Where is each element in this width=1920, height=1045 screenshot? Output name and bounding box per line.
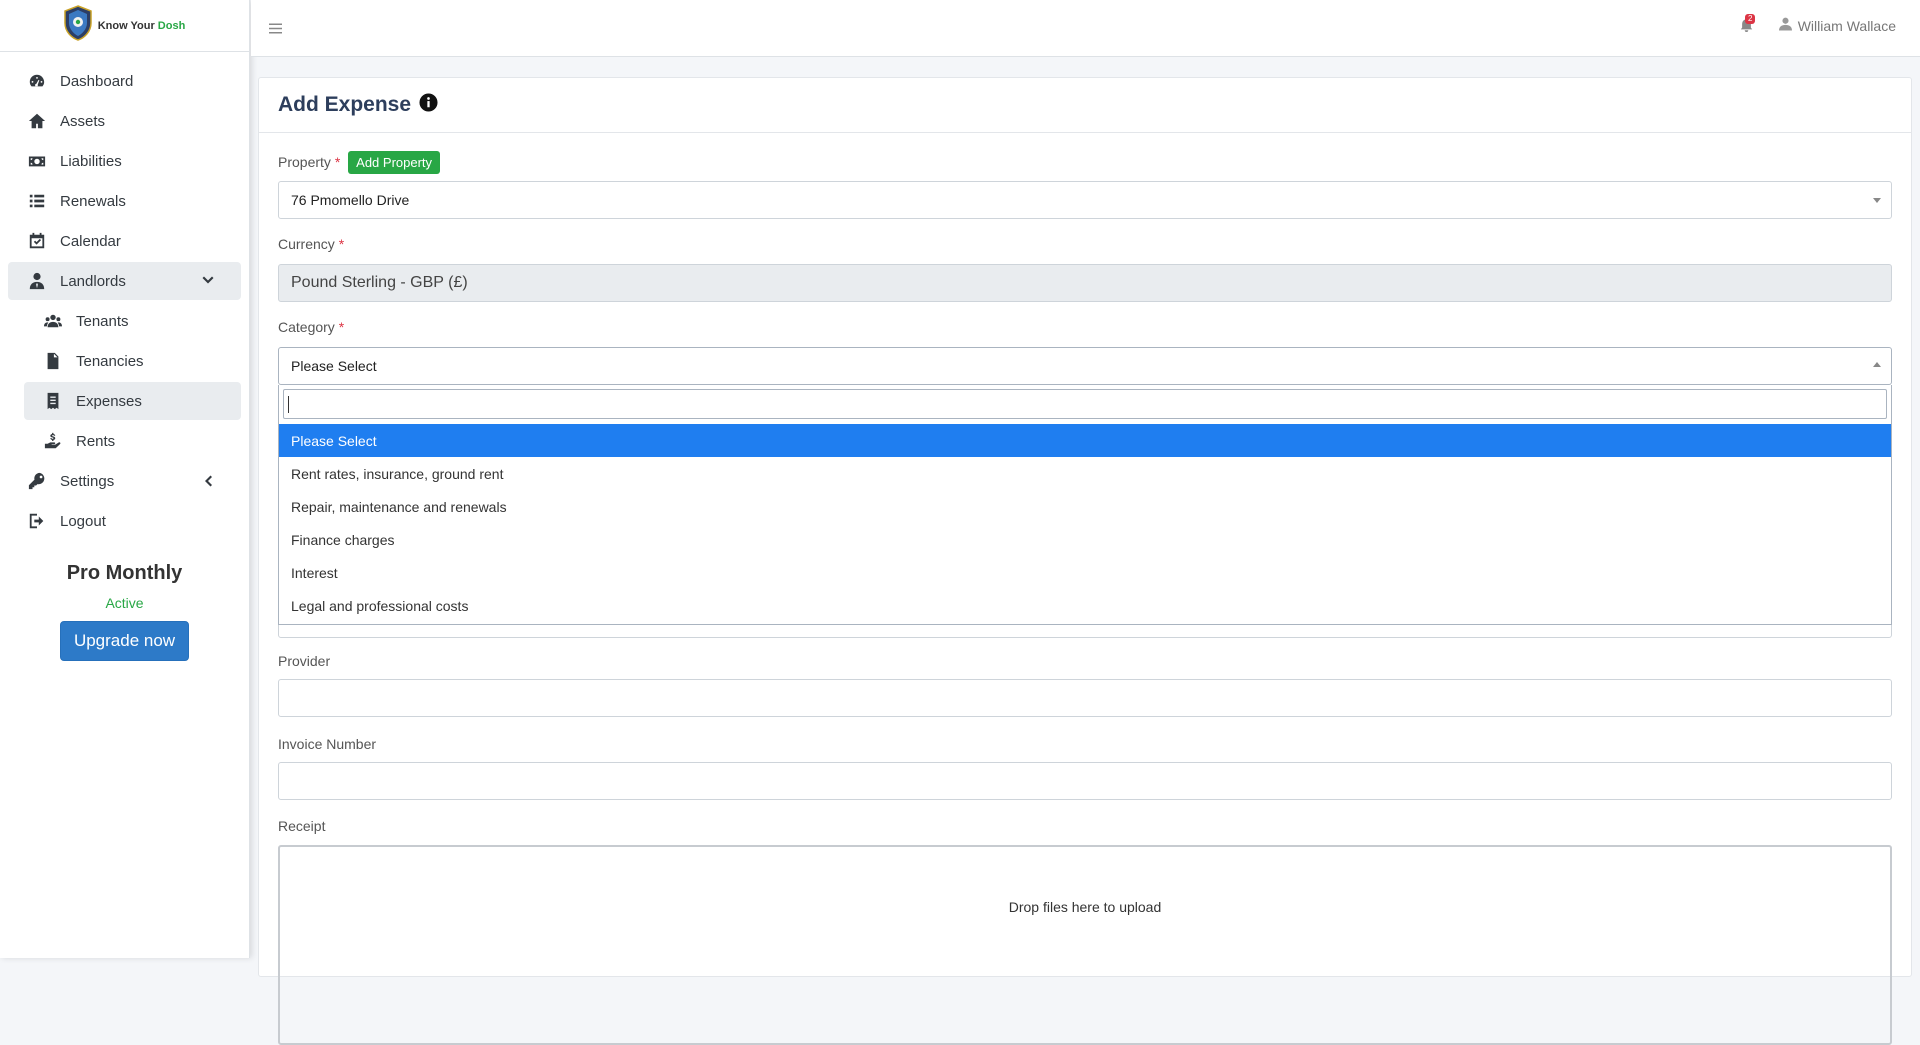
currency-label: Currency * (278, 236, 345, 252)
property-select-value: 76 Pmomello Drive (291, 192, 410, 208)
receipt-dropzone[interactable]: Drop files here to upload (278, 845, 1892, 1045)
category-option[interactable]: Legal and professional costs (279, 589, 1891, 622)
caret-up-icon (1873, 362, 1881, 367)
category-dropdown: Please Select Rent rates, insurance, gro… (278, 385, 1892, 625)
sidebar-item-settings[interactable]: Settings (8, 462, 241, 500)
category-option[interactable]: Repair, maintenance and renewals (279, 490, 1891, 523)
dropzone-text: Drop files here to upload (1008, 899, 1162, 915)
sidebar-item-renewals[interactable]: Renewals (8, 182, 241, 220)
sign-out-icon (26, 512, 48, 530)
money-bill-icon (26, 152, 48, 170)
chevron-down-icon (201, 274, 215, 288)
sidebar: Know Your Dosh Dashboard Assets Liabilit… (0, 0, 250, 958)
sidebar-item-tenancies[interactable]: Tenancies (24, 342, 241, 380)
calendar-check-icon (26, 232, 48, 250)
info-circle-icon[interactable] (419, 93, 438, 117)
category-label: Category * (278, 319, 345, 335)
sidebar-item-expenses[interactable]: Expenses (24, 382, 241, 420)
sidebar-item-label: Tenancies (76, 352, 144, 370)
sidebar-nav: Dashboard Assets Liabilities Renewals Ca… (0, 52, 249, 540)
category-option[interactable]: Rent rates, insurance, ground rent (279, 457, 1891, 490)
plan-name: Pro Monthly (66, 562, 183, 584)
sidebar-item-label: Settings (60, 472, 115, 490)
sidebar-item-label: Calendar (60, 232, 121, 250)
page-title: Add Expense (278, 93, 412, 116)
home-icon (26, 112, 48, 130)
sidebar-item-label: Landlords (60, 272, 126, 290)
upgrade-button[interactable]: Upgrade now (59, 621, 190, 661)
sidebar-item-label: Dashboard (60, 72, 134, 90)
category-option[interactable]: Interest (279, 556, 1891, 589)
sidebar-item-label: Logout (60, 512, 106, 530)
category-select-value: Please Select (291, 358, 377, 374)
shield-logo-icon (63, 5, 92, 46)
sidebar-item-label: Renewals (60, 192, 126, 210)
gauge-icon (26, 72, 48, 90)
property-select[interactable]: 76 Pmomello Drive (278, 181, 1892, 219)
provider-input[interactable] (278, 679, 1892, 717)
sidebar-item-tenants[interactable]: Tenants (24, 302, 241, 340)
topbar: 2 William Wallace (251, 0, 1920, 57)
sidebar-item-calendar[interactable]: Calendar (8, 222, 241, 260)
receipt-label: Receipt (278, 818, 326, 834)
invoice-number-label: Invoice Number (278, 736, 377, 752)
hand-holding-dollar-icon (42, 432, 64, 450)
notifications-bell-icon[interactable]: 2 (1740, 14, 1756, 34)
add-property-button[interactable]: Add Property (348, 151, 441, 174)
currency-value: Pound Sterling - GBP (£) (291, 274, 468, 291)
chevron-left-icon (201, 474, 215, 488)
sidebar-item-label: Liabilities (60, 152, 122, 170)
user-menu[interactable]: William Wallace (1778, 17, 1896, 34)
receipt-icon (42, 392, 64, 410)
plan-panel: Pro Monthly Active Upgrade now (0, 562, 249, 661)
caret-down-icon (1873, 198, 1881, 203)
sidebar-item-label: Expenses (76, 392, 142, 410)
user-tie-icon (26, 272, 48, 290)
category-search-input[interactable] (283, 389, 1887, 419)
list-icon (26, 192, 48, 210)
sidebar-item-rents[interactable]: Rents (24, 422, 241, 460)
user-icon (1778, 17, 1792, 34)
sidebar-item-logout[interactable]: Logout (8, 502, 241, 540)
users-icon (42, 312, 64, 330)
notification-count-badge: 2 (1745, 14, 1756, 24)
category-option[interactable]: Finance charges (279, 523, 1891, 556)
file-contract-icon (42, 352, 64, 370)
brand[interactable]: Know Your Dosh (0, 0, 249, 52)
sidebar-item-label: Tenants (76, 312, 129, 330)
add-expense-card: Add Expense Property * Add Property 76 P… (258, 77, 1912, 1045)
property-label: Property * Add Property (278, 151, 441, 174)
plan-status: Active (105, 595, 144, 611)
user-name: William Wallace (1797, 17, 1896, 34)
sidebar-item-liabilities[interactable]: Liabilities (8, 142, 241, 180)
sidebar-item-assets[interactable]: Assets (8, 102, 241, 140)
category-select[interactable]: Please Select (278, 347, 1892, 385)
sidebar-item-label: Assets (60, 112, 106, 130)
card-header: Add Expense (259, 78, 1911, 133)
key-icon (26, 472, 48, 490)
category-option[interactable]: Please Select (279, 424, 1891, 457)
menu-toggle-icon[interactable] (269, 22, 282, 35)
invoice-number-input[interactable] (278, 762, 1892, 800)
sidebar-item-label: Rents (76, 432, 116, 450)
currency-field: Pound Sterling - GBP (£) (278, 264, 1892, 302)
brand-name: Know Your Dosh (97, 19, 186, 32)
provider-label: Provider (278, 653, 331, 669)
sidebar-item-dashboard[interactable]: Dashboard (8, 62, 241, 100)
text-cursor (288, 396, 289, 413)
sidebar-item-landlords[interactable]: Landlords (8, 262, 241, 300)
